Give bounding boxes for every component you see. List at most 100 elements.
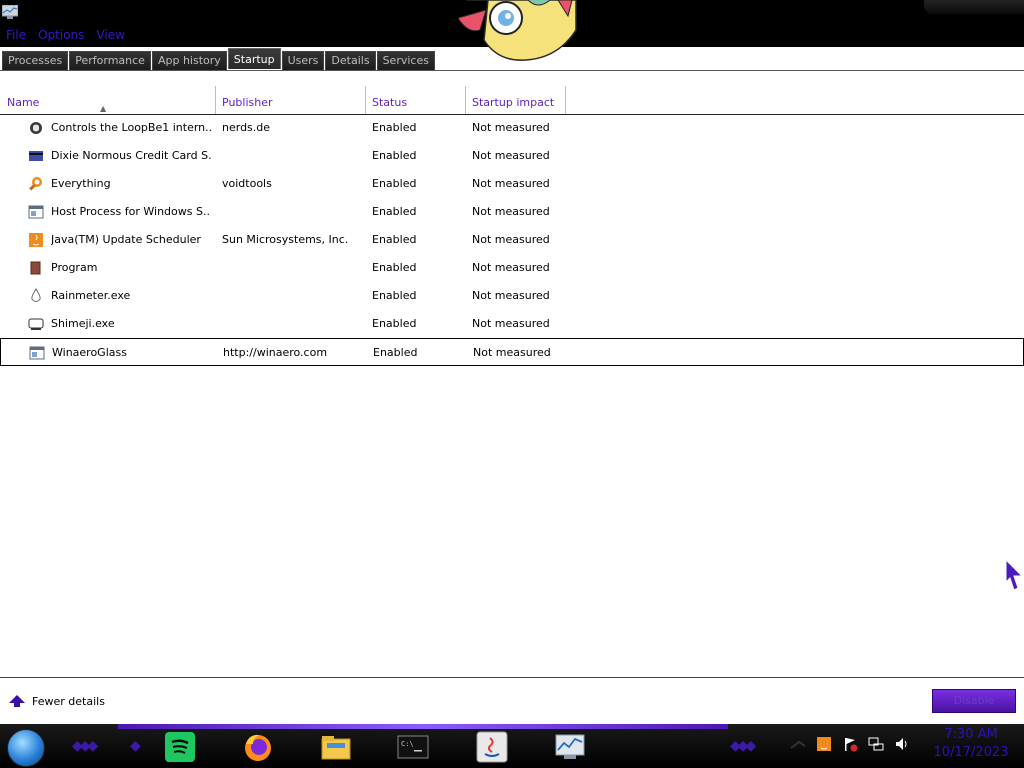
row-publisher: nerds.de [222, 121, 271, 134]
row-startup-impact: Not measured [472, 233, 550, 246]
table-row[interactable]: Program Enabled Not measured [0, 254, 1024, 282]
java-icon[interactable] [475, 730, 509, 764]
network-icon[interactable] [790, 736, 806, 752]
task-manager-icon[interactable] [553, 730, 587, 764]
window-controls-area [924, 0, 1024, 14]
java-icon[interactable] [816, 736, 832, 752]
row-startup-impact: Not measured [472, 261, 550, 274]
start-button[interactable] [7, 729, 45, 767]
raindrop-icon [31, 288, 41, 302]
window-app-icon [29, 346, 45, 360]
taskbar-decoration-chevrons-left: ◆◆◆ [72, 738, 98, 754]
table-row[interactable]: Dixie Normous Credit Card S... Enabled Not… [0, 142, 1024, 170]
tab-startup[interactable]: Startup [227, 48, 281, 69]
row-startup-impact: Not measured [473, 346, 551, 359]
fewer-details-toggle[interactable]: Fewer details [8, 694, 105, 708]
table-row[interactable]: Controls the LoopBe1 intern... nerds.de En… [0, 114, 1024, 142]
row-publisher: http://winaero.com [223, 346, 328, 359]
row-publisher: Sun Microsystems, Inc. [222, 233, 349, 246]
row-startup-impact: Not measured [472, 205, 550, 218]
row-publisher [222, 282, 362, 310]
table-row[interactable]: Rainmeter.exe Enabled Not measured [0, 282, 1024, 310]
menu-bar: File Options View [0, 26, 131, 44]
task-manager-icon [2, 5, 18, 19]
row-startup-impact: Not measured [472, 289, 550, 302]
taskbar-decoration-chevrons-right: ◆◆◆ [730, 738, 756, 754]
row-status: Enabled [372, 177, 417, 190]
tab-details[interactable]: Details [325, 51, 376, 71]
row-publisher [222, 254, 362, 282]
row-publisher [222, 142, 362, 170]
firefox-icon[interactable] [241, 730, 275, 764]
menu-options[interactable]: Options [32, 26, 90, 44]
menu-view[interactable]: View [90, 26, 130, 44]
startup-table: Name ▲ Publisher Status Startup impact C… [0, 71, 1024, 678]
loopbe-icon [30, 122, 42, 134]
row-name: Rainmeter.exe [51, 289, 131, 302]
row-name: Dixie Normous Credit Card S... [51, 149, 211, 162]
footer-bar: Fewer details Disable [0, 678, 1024, 724]
fewer-details-label: Fewer details [32, 694, 105, 708]
tab-services[interactable]: Services [376, 51, 435, 71]
clock-date: 10/17/2023 [933, 745, 1009, 760]
row-name: Everything [51, 177, 111, 190]
search-magnifier-icon [29, 177, 42, 191]
spotify-icon[interactable] [163, 730, 197, 764]
table-row[interactable]: Shimeji.exe Enabled Not measured [0, 310, 1024, 338]
table-row[interactable]: Java(TM) Update Scheduler Sun Microsystem… [0, 226, 1024, 254]
tab-performance[interactable]: Performance [69, 51, 151, 71]
system-tray [790, 736, 910, 752]
row-startup-impact: Not measured [472, 177, 550, 190]
column-header-status[interactable]: Status [365, 86, 466, 114]
row-startup-impact: Not measured [472, 121, 550, 134]
action-center-flag-icon[interactable] [842, 736, 858, 752]
row-status: Enabled [372, 317, 417, 330]
row-name: WinaeroGlass [52, 346, 127, 359]
tab-processes[interactable]: Processes [2, 51, 69, 71]
table-row[interactable]: Everything voidtools Enabled Not measured [0, 170, 1024, 198]
row-status: Enabled [372, 205, 417, 218]
disable-button[interactable]: Disable [932, 689, 1016, 713]
row-status: Enabled [372, 289, 417, 302]
tab-users[interactable]: Users [281, 51, 325, 71]
column-header-name[interactable]: Name [0, 86, 216, 114]
row-publisher: voidtools [222, 177, 272, 190]
row-status: Enabled [372, 121, 417, 134]
credit-card-icon [29, 151, 43, 161]
column-header-publisher[interactable]: Publisher [215, 86, 366, 114]
system-clock[interactable]: 7:30 AM 10/17/2023 [930, 726, 1012, 762]
row-status: Enabled [373, 346, 418, 359]
sort-ascending-icon: ▲ [100, 104, 107, 113]
mouse-cursor-icon [1005, 558, 1024, 591]
row-name: Controls the LoopBe1 intern... [51, 121, 211, 134]
taskbar: ◆◆◆ ◆ ◆◆◆ C:\ 7:30 AM 10/17/2023 [0, 724, 1024, 768]
tab-strip: Processes Performance App history Startu… [2, 48, 436, 71]
row-startup-impact: Not measured [472, 149, 550, 162]
svg-text:C:\: C:\ [401, 740, 414, 748]
row-startup-impact: Not measured [472, 317, 550, 330]
up-arrow-icon [9, 695, 25, 707]
taskbar-glow-strip [118, 724, 728, 729]
network-wired-icon[interactable] [868, 736, 884, 752]
menu-file[interactable]: File [0, 26, 32, 44]
tab-app-history[interactable]: App history [151, 51, 227, 71]
taskbar-decoration-chevrons-left-2: ◆ [130, 738, 141, 754]
shimeji-icon [28, 318, 44, 330]
row-publisher [222, 310, 362, 338]
volume-icon[interactable] [894, 736, 910, 752]
row-name: Host Process for Windows S... [51, 205, 211, 218]
row-status: Enabled [372, 261, 417, 274]
table-row[interactable]: Host Process for Windows S... Enabled Not … [0, 198, 1024, 226]
row-publisher [222, 198, 362, 226]
row-name: Program [51, 261, 98, 274]
row-name: Java(TM) Update Scheduler [51, 233, 201, 246]
row-status: Enabled [372, 233, 417, 246]
command-prompt-icon[interactable]: C:\ [396, 730, 430, 764]
program-icon [30, 261, 41, 275]
file-explorer-icon[interactable] [319, 730, 353, 764]
java-icon [29, 233, 43, 247]
column-header-startup-impact[interactable]: Startup impact [465, 86, 566, 114]
clock-time: 7:30 AM [944, 727, 998, 742]
row-name: Shimeji.exe [51, 317, 115, 330]
table-row[interactable]: WinaeroGlass http://winaero.com Enabled Not… [0, 338, 1024, 366]
